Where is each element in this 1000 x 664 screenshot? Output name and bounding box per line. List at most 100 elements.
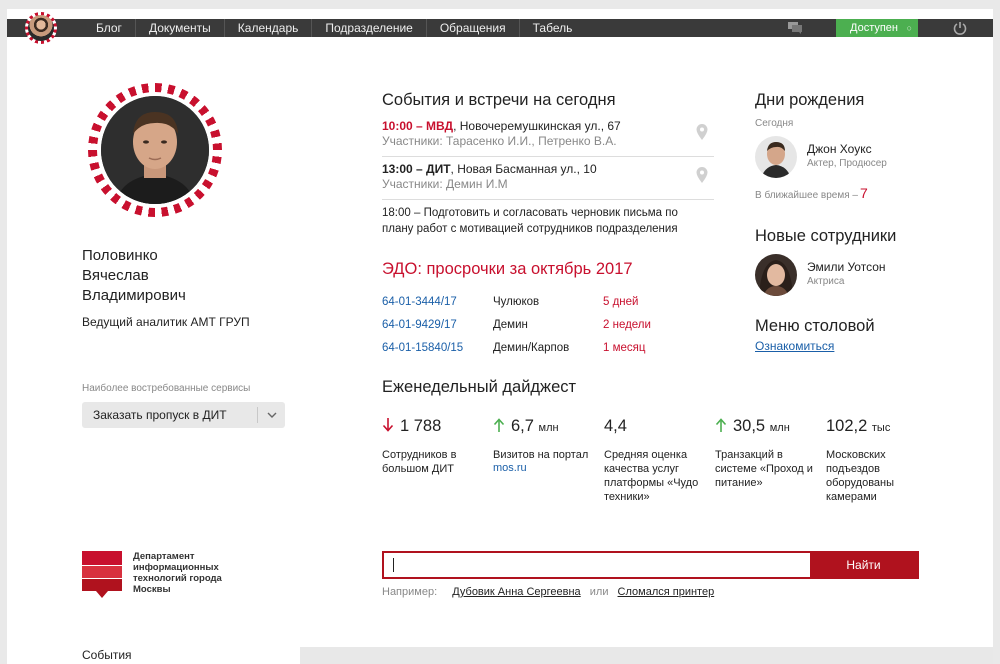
table-row: 64-01-3444/17 Чулюков 5 дней (382, 290, 651, 313)
digest-item: 6,7 млн Визитов на портал mos.ru (493, 417, 598, 474)
edo-person: Демин (493, 318, 528, 331)
edo-doc-number[interactable]: 64-01-9429/17 (382, 313, 493, 336)
events-title: События и встречи на сегодня (382, 91, 616, 109)
digest-number: 4,4 (604, 417, 627, 435)
edo-delay: 5 дней (603, 295, 639, 308)
digest-number: 30,5 (733, 417, 766, 435)
digest-desc: Сотрудников в большом ДИТ (382, 449, 457, 475)
birthdays-title: Дни рождения (755, 91, 865, 109)
text-caret (393, 558, 394, 572)
event-participants: Участники: Демин И.М (382, 177, 508, 191)
nav-item-blog[interactable]: Блог (83, 19, 136, 37)
digest-desc: Визитов на портал (493, 449, 589, 461)
page: Блог Документы Календарь Подразделение О… (7, 9, 993, 664)
event-item[interactable]: 10:00 – МВД, Новочеремушкинская ул., 67 … (382, 119, 714, 157)
task-item[interactable]: 18:00 – Подготовить и согласовать чернов… (382, 205, 702, 237)
search-button[interactable]: Найти (810, 553, 917, 577)
events-tab[interactable]: События (82, 648, 132, 662)
profile-name: Половинко Вячеслав Владимирович (82, 246, 242, 306)
digest-link[interactable]: mos.ru (493, 462, 598, 474)
event-place: , Новочеремушкинская ул., 67 (453, 119, 621, 133)
digest-desc: Транзакций в системе «Проход и питание» (715, 449, 813, 489)
search-hint: Например: Дубовик Анна Сергеевна или Сло… (382, 586, 714, 598)
new-staff-title: Новые сотрудники (755, 227, 897, 245)
edo-doc-number[interactable]: 64-01-3444/17 (382, 290, 493, 313)
status-label: Доступен (850, 22, 899, 34)
digest-desc: Московских подъездов оборудованы камерам… (826, 449, 895, 503)
hint-example-link[interactable]: Дубовик Анна Сергеевна (452, 586, 580, 598)
arrow-down-icon (382, 418, 394, 432)
main-nav: Блог Документы Календарь Подразделение О… (83, 19, 585, 37)
profile-last-name: Половинко (82, 247, 158, 264)
digest-unit: млн (769, 422, 790, 434)
avatar-image (755, 136, 797, 178)
profile-first-name: Вячеслав (82, 267, 149, 284)
chevron-down-icon: ○ (906, 23, 912, 33)
digest-item: 30,5 млн Транзакций в системе «Проход и … (715, 417, 820, 490)
table-row: 64-01-9429/17 Демин 2 недели (382, 313, 651, 336)
digest-item: 102,2 тыс Московских подъездов оборудова… (826, 417, 926, 504)
events-panel (300, 647, 993, 664)
table-row: 64-01-15840/15 Демин/Карпов 1 месяц (382, 336, 651, 359)
digest-unit: тыс (871, 422, 891, 434)
arrow-up-icon (715, 418, 727, 432)
nav-item-department[interactable]: Подразделение (312, 19, 427, 37)
digest-title: Еженедельный дайджест (382, 378, 577, 396)
digest-value: 1 788 (382, 417, 487, 439)
services-label: Наиболее востребованные сервисы (82, 383, 251, 394)
edo-delay: 2 недели (603, 318, 651, 331)
map-pin-icon[interactable] (696, 167, 708, 183)
event-participants: Участники: Тарасенко И.И., Петренко В.А. (382, 134, 617, 148)
event-place: , Новая Басманная ул., 10 (450, 162, 597, 176)
edo-doc-number[interactable]: 64-01-15840/15 (382, 336, 493, 359)
arrow-up-icon (493, 418, 505, 432)
digest-value: 30,5 млн (715, 417, 820, 439)
digest-value: 6,7 млн (493, 417, 598, 439)
nav-item-calendar[interactable]: Календарь (225, 19, 313, 37)
avatar[interactable] (25, 12, 57, 44)
hint-example-link[interactable]: Сломался принтер (618, 586, 715, 598)
upcoming-label: В ближайшее время – (755, 190, 858, 201)
event-headline: 13:00 – ДИТ, Новая Басманная ул., 10 (382, 162, 714, 176)
dit-logo-icon (82, 551, 122, 598)
person-name: Эмили Уотсон (807, 260, 886, 274)
search-box: Найти (382, 551, 919, 579)
event-time: 13:00 – ДИТ (382, 162, 451, 176)
services-select[interactable]: Заказать пропуск в ДИТ (82, 402, 285, 428)
profile-portrait (101, 96, 209, 204)
digest-value: 4,4 (604, 417, 709, 439)
status-button[interactable]: Доступен ○ (836, 19, 918, 37)
power-icon[interactable] (953, 21, 967, 35)
profile-photo-image (101, 96, 209, 204)
profile-patronymic: Владимирович (82, 287, 186, 304)
profile-photo (88, 83, 222, 217)
avatar (755, 254, 797, 296)
digest-number: 1 788 (400, 417, 442, 435)
canteen-link[interactable]: Ознакомиться (755, 339, 834, 353)
today-label: Сегодня (755, 118, 794, 129)
chat-icon[interactable] (788, 22, 802, 34)
chevron-down-icon (267, 412, 277, 418)
upcoming-birthdays[interactable]: В ближайшее время –7 (755, 185, 868, 201)
edo-title: ЭДО: просрочки за октябрь 2017 (382, 260, 633, 278)
digest-number: 102,2 (826, 417, 868, 435)
digest-value: 102,2 тыс (826, 417, 926, 439)
profile-role: Ведущий аналитик АМТ ГРУП (82, 315, 250, 329)
person-role: Актриса (807, 276, 845, 287)
search-input[interactable] (384, 553, 810, 577)
org-name: Департамент информационных технологий го… (133, 551, 222, 595)
edo-person: Демин/Карпов (493, 341, 570, 354)
digest-item: 1 788 Сотрудников в большом ДИТ (382, 417, 487, 476)
map-pin-icon[interactable] (696, 124, 708, 140)
digest-desc: Средняя оценка качества услуг платформы … (604, 449, 699, 503)
digest-unit: млн (538, 422, 559, 434)
edo-table: 64-01-3444/17 Чулюков 5 дней 64-01-9429/… (382, 290, 651, 359)
digest-item: 4,4 Средняя оценка качества услуг платфо… (604, 417, 709, 504)
event-item[interactable]: 13:00 – ДИТ, Новая Басманная ул., 10 Уча… (382, 162, 714, 200)
event-time: 10:00 – МВД (382, 119, 454, 133)
edo-delay: 1 месяц (603, 341, 646, 354)
nav-item-requests[interactable]: Обращения (427, 19, 520, 37)
nav-item-documents[interactable]: Документы (136, 19, 225, 37)
nav-item-timesheet[interactable]: Табель (520, 19, 586, 37)
digest-number: 6,7 (511, 417, 534, 435)
